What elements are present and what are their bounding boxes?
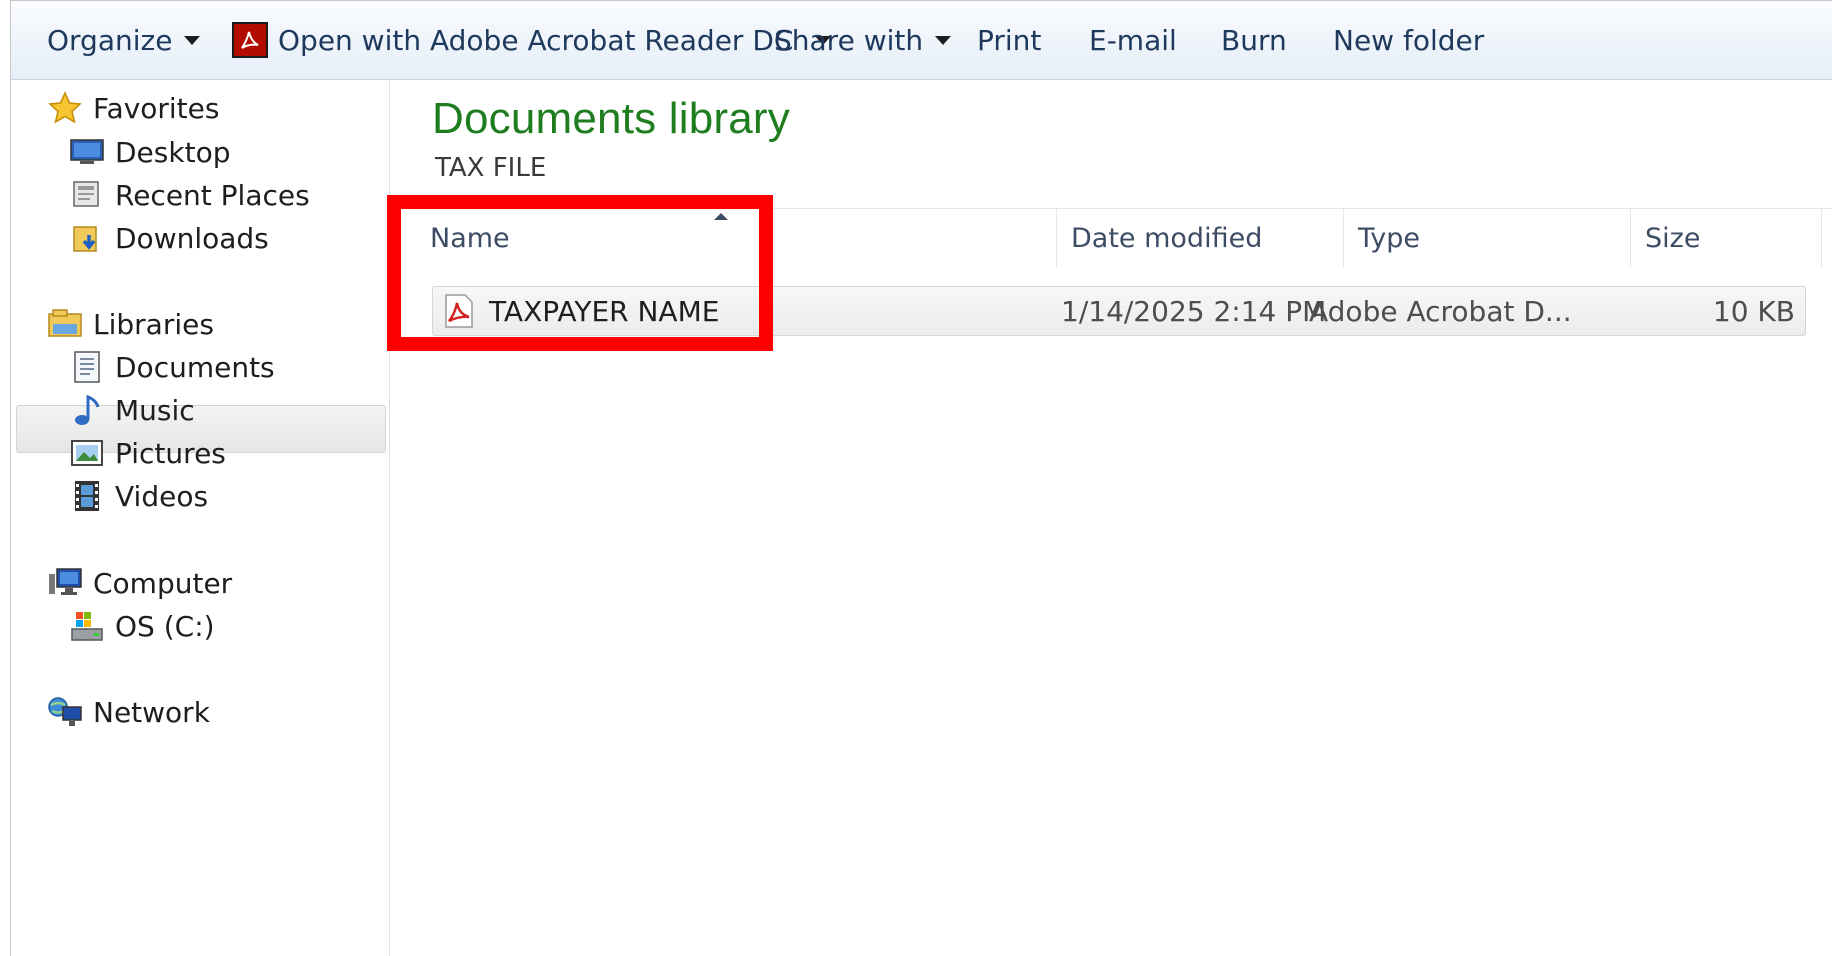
nav-desktop-label: Desktop	[115, 135, 231, 169]
share-with-button[interactable]: Share with	[774, 1, 952, 79]
nav-item-computer[interactable]: Computer	[47, 561, 232, 605]
music-icon	[69, 392, 105, 428]
organize-menu-button[interactable]: Organize	[47, 1, 201, 79]
nav-libraries-label: Libraries	[93, 307, 214, 341]
nav-os-c-label: OS (C:)	[115, 609, 215, 643]
nav-network-label: Network	[93, 695, 210, 729]
column-date-modified-label: Date modified	[1071, 222, 1263, 254]
acrobat-icon	[232, 22, 268, 58]
library-subtitle: TAX FILE	[435, 153, 547, 183]
column-header-name[interactable]: Name	[416, 209, 1057, 267]
recent-places-icon	[69, 177, 105, 213]
chevron-down-icon	[184, 35, 201, 45]
column-name-label: Name	[430, 222, 510, 254]
column-header-type[interactable]: Type	[1344, 209, 1631, 267]
desktop-icon	[69, 134, 105, 170]
file-row[interactable]: TAXPAYER NAME 1/14/2025 2:14 PM Adobe Ac…	[432, 286, 1806, 336]
print-button[interactable]: Print	[977, 1, 1041, 79]
drive-icon	[69, 608, 105, 644]
organize-label: Organize	[47, 23, 173, 57]
column-header-date-modified[interactable]: Date modified	[1057, 209, 1344, 267]
computer-icon	[47, 565, 83, 601]
new-folder-button[interactable]: New folder	[1333, 1, 1484, 79]
column-type-label: Type	[1358, 222, 1421, 254]
burn-label: Burn	[1221, 23, 1287, 57]
nav-item-pictures[interactable]: Pictures	[69, 431, 226, 475]
nav-item-music[interactable]: Music	[69, 388, 195, 432]
nav-pictures-label: Pictures	[115, 436, 226, 470]
pdf-file-icon	[441, 293, 477, 329]
documents-icon	[69, 349, 105, 385]
nav-documents-label: Documents	[115, 350, 275, 384]
videos-icon	[69, 478, 105, 514]
content-pane: Documents library TAX FILE Name Date mod…	[390, 80, 1832, 956]
nav-music-label: Music	[115, 393, 195, 427]
pictures-icon	[69, 435, 105, 471]
network-icon	[47, 694, 83, 730]
print-label: Print	[977, 23, 1042, 57]
nav-item-os-c[interactable]: OS (C:)	[69, 604, 215, 648]
libraries-icon	[47, 306, 83, 342]
nav-item-libraries[interactable]: Libraries	[47, 302, 214, 346]
library-title: Documents library	[432, 94, 790, 143]
new-folder-label: New folder	[1333, 23, 1485, 57]
burn-button[interactable]: Burn	[1221, 1, 1287, 79]
nav-recent-places-label: Recent Places	[115, 178, 310, 212]
nav-item-documents[interactable]: Documents	[69, 345, 275, 389]
file-name-cell: TAXPAYER NAME	[441, 287, 719, 335]
file-date-modified: 1/14/2025 2:14 PM	[1061, 294, 1327, 328]
file-type: Adobe Acrobat D...	[1309, 294, 1572, 328]
column-header-row: Name Date modified Type Size	[416, 208, 1832, 267]
file-name: TAXPAYER NAME	[489, 294, 720, 328]
nav-downloads-label: Downloads	[115, 221, 269, 255]
email-label: E-mail	[1089, 23, 1177, 57]
email-button[interactable]: E-mail	[1089, 1, 1177, 79]
share-with-label: Share with	[774, 23, 924, 57]
command-bar: Organize Open with Adobe Acrobat Reader …	[11, 1, 1832, 80]
nav-item-desktop[interactable]: Desktop	[69, 130, 230, 174]
column-header-size[interactable]: Size	[1631, 209, 1822, 267]
sort-ascending-icon	[714, 213, 728, 220]
downloads-folder-icon	[69, 220, 105, 256]
open-with-label: Open with Adobe Acrobat Reader DC	[278, 23, 794, 57]
nav-computer-label: Computer	[93, 566, 233, 600]
nav-favorites-label: Favorites	[93, 91, 220, 125]
open-with-button[interactable]: Open with Adobe Acrobat Reader DC	[232, 1, 832, 79]
nav-item-network[interactable]: Network	[47, 690, 210, 734]
column-size-label: Size	[1645, 222, 1701, 254]
nav-item-favorites[interactable]: Favorites	[47, 86, 219, 130]
nav-videos-label: Videos	[115, 479, 209, 513]
navigation-pane: Favorites Desktop Recent Places Download…	[11, 80, 390, 956]
nav-item-downloads[interactable]: Downloads	[69, 216, 269, 260]
explorer-window: Organize Open with Adobe Acrobat Reader …	[10, 0, 1832, 956]
chevron-down-icon	[935, 35, 952, 45]
nav-item-videos[interactable]: Videos	[69, 474, 208, 518]
nav-item-recent-places[interactable]: Recent Places	[69, 173, 310, 217]
file-size: 10 KB	[1712, 294, 1795, 328]
star-icon	[47, 90, 83, 126]
